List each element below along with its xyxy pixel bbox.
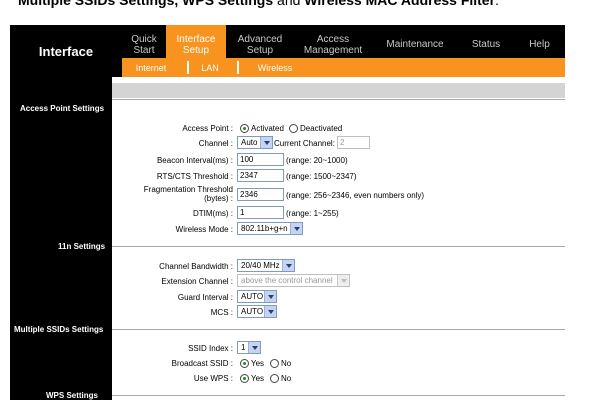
heading-part-mac-filter: Wireless MAC Address Filter xyxy=(304,0,496,8)
tab-quick-start-line1: Quick xyxy=(131,33,157,45)
use-wps-yes-radio[interactable] xyxy=(240,374,249,383)
fragmentation-threshold-label-line1: Fragmentation Threshold xyxy=(143,185,233,194)
tab-interface-setup-line2: Setup xyxy=(182,44,210,56)
broadcast-ssid-no-radio[interactable] xyxy=(270,359,279,368)
channel-select-value: Auto xyxy=(241,138,258,147)
channel-select[interactable]: Auto xyxy=(237,136,273,149)
mcs-label: MCS : xyxy=(210,308,233,317)
chevron-down-icon xyxy=(260,137,272,148)
section-divider xyxy=(112,329,565,330)
tab-maintenance-label: Maintenance xyxy=(386,39,444,50)
current-channel-label: Current Channel: xyxy=(274,139,335,148)
use-wps-label: Use WPS : xyxy=(193,374,233,383)
subtab-lan[interactable]: LAN xyxy=(195,58,225,77)
tab-access-management-line2: Management xyxy=(303,44,363,56)
chevron-down-icon xyxy=(264,306,276,317)
ssid-index-select-value: 1 xyxy=(241,343,246,352)
fragmentation-threshold-label: Fragmentation Threshold (bytes) : xyxy=(112,185,233,203)
subtab-internet[interactable]: Internet xyxy=(127,58,175,77)
tab-interface-setup-line1: Interface xyxy=(176,33,216,45)
subtab-separator xyxy=(237,61,239,74)
dtim-range: (range: 1~255) xyxy=(286,209,339,218)
current-channel-field: 2 xyxy=(337,136,370,149)
fragmentation-threshold-range: (range: 256~2346, even numbers only) xyxy=(286,191,425,200)
dtim-input[interactable]: 1 xyxy=(237,206,284,219)
chevron-down-icon xyxy=(337,275,349,286)
chevron-down-icon xyxy=(282,260,294,271)
section-divider xyxy=(112,395,565,396)
broadcast-ssid-yes-label: Yes xyxy=(251,359,265,368)
heading-part-and: and xyxy=(273,0,305,8)
section-divider xyxy=(112,246,565,247)
rts-cts-threshold-label: RTS/CTS Threshold : xyxy=(156,172,233,181)
chevron-down-icon xyxy=(264,291,276,302)
use-wps-no-label: No xyxy=(281,374,292,383)
section-sidebar xyxy=(10,77,112,400)
tab-status-label: Status xyxy=(471,39,501,50)
broadcast-ssid-no-label: No xyxy=(281,359,292,368)
fragmentation-threshold-input[interactable]: 2346 xyxy=(237,188,284,201)
access-point-label: Access Point : xyxy=(182,124,233,133)
brand-title: Interface xyxy=(10,25,122,77)
tab-access-management-line1: Access xyxy=(316,33,350,45)
rts-cts-threshold-input[interactable]: 2347 xyxy=(237,169,284,182)
channel-bandwidth-label: Channel Bandwidth : xyxy=(159,262,233,271)
fragmentation-threshold-label-line2: (bytes) : xyxy=(204,194,233,203)
broadcast-ssid-yes-radio[interactable] xyxy=(240,359,249,368)
beacon-interval-input[interactable]: 100 xyxy=(237,153,284,166)
heading-part-multiple-ssids: Multiple SSIDs Settings xyxy=(18,0,175,8)
section-title-wps: WPS Settings xyxy=(46,391,99,400)
ssid-index-select[interactable]: 1 xyxy=(237,341,261,354)
section-title-11n: 11n Settings xyxy=(58,242,106,251)
guard-interval-select[interactable]: AUTO xyxy=(237,290,277,303)
wireless-mode-select[interactable]: 802.11b+g+n xyxy=(237,222,303,235)
access-point-deactivated-radio[interactable] xyxy=(289,124,298,133)
dtim-label: DTIM(ms) : xyxy=(193,209,233,218)
heading-part-period: . xyxy=(495,0,499,8)
guard-interval-label: Guard Interval : xyxy=(177,293,233,302)
extension-channel-label: Extension Channel : xyxy=(161,277,233,286)
extension-channel-select-value: above the control channel xyxy=(241,276,333,285)
subtab-separator xyxy=(187,61,189,74)
rts-cts-threshold-range: (range: 1500~2347) xyxy=(286,172,357,181)
section-title-multiple-ssids: Multiple SSIDs Settings xyxy=(14,325,104,334)
extension-channel-select: above the control channel xyxy=(237,274,350,287)
tab-advanced-setup-line2: Setup xyxy=(246,44,274,56)
wireless-mode-label: Wireless Mode : xyxy=(175,225,233,234)
use-wps-yes-label: Yes xyxy=(251,374,265,383)
header-spacer-band xyxy=(112,83,565,98)
channel-label: Channel : xyxy=(198,139,233,148)
tab-advanced-setup-line1: Advanced xyxy=(237,33,283,45)
access-point-deactivated-label: Deactivated xyxy=(300,124,343,133)
guard-interval-select-value: AUTO xyxy=(241,292,264,301)
chevron-down-icon xyxy=(248,342,260,353)
heading-part-wps: , WPS Settings xyxy=(174,0,274,8)
mcs-select[interactable]: AUTO xyxy=(237,305,277,318)
tab-help-label: Help xyxy=(529,39,550,50)
wireless-mode-select-value: 802.11b+g+n xyxy=(241,224,288,233)
chevron-down-icon xyxy=(290,223,302,234)
access-point-activated-label: Activated xyxy=(251,124,284,133)
beacon-interval-label: Beacon Interval(ms) : xyxy=(156,156,233,165)
section-divider xyxy=(112,99,565,100)
ssid-index-label: SSID Index : xyxy=(188,344,233,353)
use-wps-no-radio[interactable] xyxy=(270,374,279,383)
tab-quick-start-line2: Start xyxy=(133,44,155,56)
channel-bandwidth-select-value: 20/40 MHz xyxy=(241,261,280,270)
broadcast-ssid-label: Broadcast SSID : xyxy=(171,359,233,368)
access-point-activated-radio[interactable] xyxy=(240,124,249,133)
beacon-interval-range: (range: 20~1000) xyxy=(286,156,348,165)
section-title-access-point: Access Point Settings xyxy=(20,104,105,113)
mcs-select-value: AUTO xyxy=(241,307,264,316)
subtab-wireless[interactable]: Wireless xyxy=(250,58,300,77)
document-heading: Multiple SSIDs Settings, WPS Settings an… xyxy=(18,0,609,8)
channel-bandwidth-select[interactable]: 20/40 MHz xyxy=(237,259,295,272)
